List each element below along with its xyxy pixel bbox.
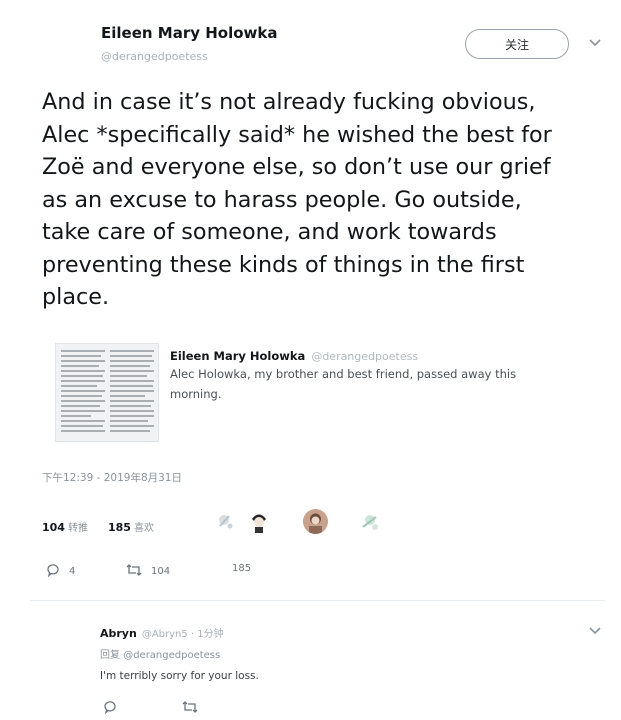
liker-avatar[interactable]	[214, 510, 236, 532]
follow-button-label: 关注	[504, 37, 529, 52]
reply-reply-action[interactable]	[103, 700, 117, 717]
reply-action[interactable]: 4	[46, 563, 75, 580]
quoted-author-handle: @derangedpoetess	[311, 350, 419, 363]
likes-stat[interactable]: 185 喜欢	[108, 516, 154, 535]
like-action[interactable]: 185	[232, 563, 251, 574]
retweets-stat[interactable]: 104 转推	[42, 516, 88, 535]
reply-author-name: Abryn	[100, 627, 137, 640]
author-name[interactable]: Eileen Mary Holowka	[101, 24, 277, 42]
liker-avatar[interactable]	[358, 510, 382, 534]
reply-retweet-action[interactable]	[182, 700, 198, 717]
replying-prefix: 回复	[100, 650, 120, 661]
likes-label: 喜欢	[133, 523, 154, 534]
quoted-author-name: Eileen Mary Holowka	[170, 349, 306, 363]
tweet-text: And in case it’s not already fucking obv…	[42, 89, 552, 310]
reply-header[interactable]: Abryn @Abryn5 · 1分钟	[100, 622, 224, 641]
divider	[30, 600, 605, 601]
quoted-tweet-header[interactable]: Eileen Mary Holowka @derangedpoetess	[170, 345, 418, 364]
reply-chevron-down-icon[interactable]	[589, 625, 601, 638]
reply-icon	[46, 563, 60, 580]
follow-button[interactable]: 关注	[465, 29, 569, 59]
chevron-down-icon[interactable]	[589, 37, 601, 50]
reply-text: I'm terribly sorry for your loss.	[100, 670, 259, 682]
tweet-timestamp[interactable]: 下午12:39 - 2019年8月31日	[42, 470, 182, 485]
author-handle[interactable]: @derangedpoetess	[101, 50, 208, 63]
reply-author-meta: @Abryn5 · 1分钟	[141, 629, 224, 640]
liker-avatar[interactable]	[246, 508, 272, 534]
retweet-count: 104	[151, 566, 171, 577]
retweets-count: 104	[42, 521, 65, 534]
retweet-action[interactable]: 104	[126, 563, 170, 580]
likes-count: 185	[108, 521, 131, 534]
liker-avatar[interactable]	[303, 509, 328, 534]
replying-to[interactable]: 回复 @derangedpoetess	[100, 646, 220, 661]
retweet-icon	[126, 563, 142, 580]
replying-handle: @derangedpoetess	[123, 650, 221, 661]
retweet-icon	[182, 700, 198, 717]
quoted-tweet-text: Alec Holowka, my brother and best friend…	[170, 367, 517, 401]
reply-icon	[103, 700, 117, 717]
quoted-tweet-thumbnail[interactable]	[55, 343, 159, 442]
retweets-label: 转推	[67, 523, 88, 534]
reply-count: 4	[69, 566, 76, 577]
like-count: 185	[232, 563, 252, 574]
